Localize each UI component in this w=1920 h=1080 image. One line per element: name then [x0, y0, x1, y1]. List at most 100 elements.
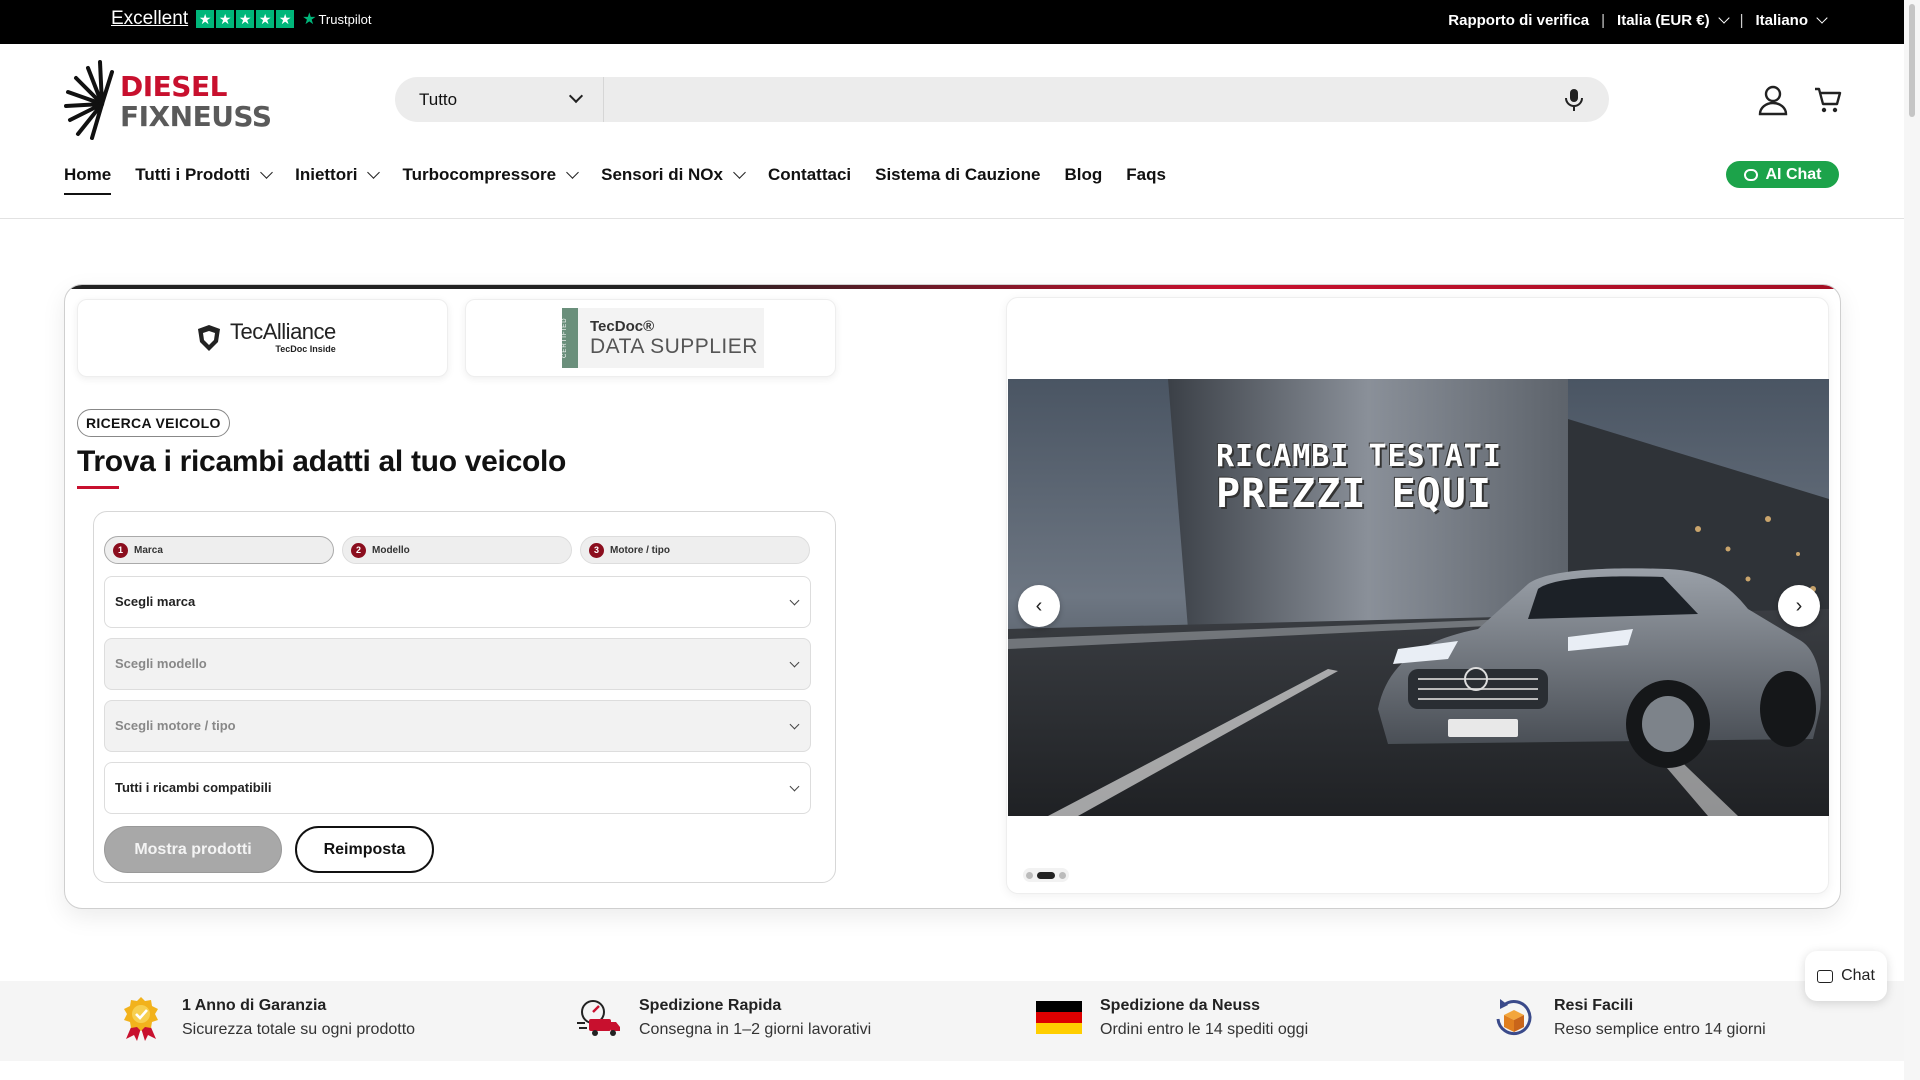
tecdoc-name: TecDoc® [590, 318, 655, 335]
slide-caption-line2: PREZZI EQUI [1216, 471, 1492, 517]
show-products-button[interactable]: Mostra prodotti [104, 826, 282, 873]
step-engine[interactable]: 3 Motore / tipo [580, 536, 810, 564]
nav-faqs[interactable]: Faqs [1126, 164, 1166, 186]
chevron-down-icon [789, 657, 800, 668]
feature-title: Resi Facili [1554, 997, 1634, 1014]
feature-warranty: 1 Anno di Garanzia Sicurezza totale su o… [118, 995, 415, 1041]
trustpilot-stars: ★ ★ ★ ★ ★ [196, 10, 295, 28]
step-model[interactable]: 2 Modello [342, 536, 572, 564]
search-input[interactable] [605, 77, 1545, 122]
chat-bubble-icon [1817, 969, 1834, 983]
data-supplier-label: DATA SUPPLIER [590, 335, 758, 358]
model-select[interactable]: Scegli modello [104, 638, 811, 690]
feature-fast-shipping: Spedizione Rapida Consegna in 1–2 giorni… [575, 995, 871, 1041]
verify-report-link[interactable]: Rapporto di verifica [1448, 12, 1589, 29]
nav-label: Tutti i Prodotti [135, 165, 251, 184]
step-label: Marca [134, 544, 163, 556]
card-accent-bar [65, 285, 1840, 289]
scrollbar-thumb[interactable] [1909, 4, 1915, 117]
slider-pagination [1023, 868, 1069, 882]
nav-blog[interactable]: Blog [1064, 164, 1102, 186]
slider-dot-active[interactable] [1037, 871, 1055, 879]
star-icon: ★ [196, 10, 215, 28]
nav-label: Sensori di NOx [601, 165, 723, 184]
logo-burst-icon [64, 60, 114, 140]
nav-home[interactable]: Home [64, 164, 112, 195]
slide-caption: RICAMBI TESTATI PREZZI EQUI [1216, 439, 1502, 514]
fast-delivery-icon [577, 1000, 620, 1036]
slider-prev-button[interactable]: ‹ [1018, 585, 1060, 627]
select-value: Scegli modello [115, 656, 207, 671]
feature-title: 1 Anno di Garanzia [182, 997, 327, 1014]
nav-label: Turbocompressore [402, 165, 557, 184]
region-label: Italia (EUR €) [1617, 12, 1710, 29]
return-box-icon [1496, 999, 1532, 1036]
tecdoc-logo: CERTIFIED TecDoc® DATA SUPPLIER [562, 308, 764, 368]
star-icon: ★ [276, 10, 295, 28]
slider-dot[interactable] [1026, 871, 1033, 879]
trustpilot-brand: Trustpilot [318, 11, 372, 27]
nav-label: Blog [1064, 165, 1103, 184]
ai-chat-button[interactable]: AI Chat [1726, 161, 1839, 188]
certified-strip: CERTIFIED [562, 308, 578, 368]
account-icon[interactable] [1757, 84, 1789, 116]
chat-widget-button[interactable]: Chat [1805, 951, 1887, 1001]
logo-line2: FIXNEUSS [120, 100, 272, 133]
chevron-down-icon [367, 165, 381, 179]
engine-select[interactable]: Scegli motore / tipo [104, 700, 811, 752]
language-selector[interactable]: Italiano [1755, 12, 1828, 29]
nav-deposit-system[interactable]: Sistema di Cauzione [875, 164, 1040, 186]
features-bar: 1 Anno di Garanzia Sicurezza totale su o… [0, 981, 1904, 1061]
logo-wordmark: DIESEL FIXNEUSS [120, 72, 272, 132]
german-flag-icon [1036, 1001, 1082, 1034]
search-category-select[interactable]: Tutto [395, 77, 604, 122]
trustpilot-rating[interactable]: Excellent [111, 8, 188, 30]
tecalliance-sub: TecDoc Inside [275, 344, 336, 354]
nav-all-products[interactable]: Tutti i Prodotti [135, 164, 273, 186]
chat-bubble-icon [1743, 168, 1758, 181]
chat-widget-label: Chat [1841, 967, 1875, 984]
slider-dot[interactable] [1059, 871, 1066, 879]
site-logo[interactable]: DIESEL FIXNEUSS [64, 58, 272, 142]
microphone-icon[interactable] [1563, 88, 1585, 112]
header-divider [0, 218, 1904, 219]
chevron-down-icon [1717, 12, 1730, 24]
cart-icon[interactable] [1813, 85, 1843, 115]
page-scrollbar[interactable] [1904, 0, 1920, 1080]
vehicle-finder-form: 1 Marca 2 Modello 3 Motore / tipo Scegli ma… [93, 511, 836, 883]
nav-turbocharger[interactable]: Turbocompressore [402, 164, 579, 186]
logo-line1: DIESEL [120, 70, 227, 103]
trustpilot-widget[interactable]: Excellent ★ ★ ★ ★ ★ ★ Trustpilot [111, 8, 371, 30]
finder-steps: 1 Marca 2 Modello 3 Motore / tipo [104, 536, 810, 564]
feature-title: Spedizione da Neuss [1100, 997, 1261, 1014]
trustpilot-logo: ★ Trustpilot [302, 9, 371, 29]
tecalliance-logo: TecAlliance TecDoc Inside [196, 321, 336, 354]
brand-select[interactable]: Scegli marca [104, 576, 811, 628]
main-navigation: Home Tutti i Prodotti Iniettori Turbocom… [64, 164, 1166, 195]
top-right-links: Rapporto di verifica | Italia (EUR €) | … [1448, 12, 1828, 29]
chevron-down-icon [733, 165, 746, 179]
slider-next-button[interactable]: › [1778, 585, 1820, 627]
chevron-down-icon [789, 719, 800, 730]
select-value: Scegli marca [115, 594, 196, 609]
step-number: 2 [351, 542, 366, 558]
heading-underline [77, 486, 119, 489]
reset-button[interactable]: Reimposta [295, 826, 434, 873]
feature-easy-returns: Resi Facili Reso semplice entro 14 giorn… [1490, 995, 1766, 1041]
chevron-down-icon [1816, 12, 1828, 24]
parts-filter-select[interactable]: Tutti i ricambi compatibili [104, 762, 811, 814]
step-label: Motore / tipo [610, 544, 670, 556]
chevron-down-icon [789, 781, 800, 792]
trustpilot-star-icon: ★ [302, 11, 317, 28]
feature-subtitle: Consegna in 1–2 giorni lavorativi [639, 1021, 872, 1038]
nav-injectors[interactable]: Iniettori [295, 164, 381, 186]
divider: | [1601, 12, 1606, 29]
feature-subtitle: Ordini entro le 14 spediti oggi [1100, 1021, 1309, 1038]
shield-icon [198, 325, 220, 351]
nav-nox-sensors[interactable]: Sensori di NOx [601, 164, 746, 186]
step-number: 3 [589, 542, 604, 558]
nav-contact[interactable]: Contattaci [768, 164, 851, 186]
step-brand[interactable]: 1 Marca [104, 536, 334, 564]
region-selector[interactable]: Italia (EUR €) [1617, 12, 1730, 29]
finder-heading: Trova i ricambi adatti al tuo veicolo [77, 445, 567, 478]
